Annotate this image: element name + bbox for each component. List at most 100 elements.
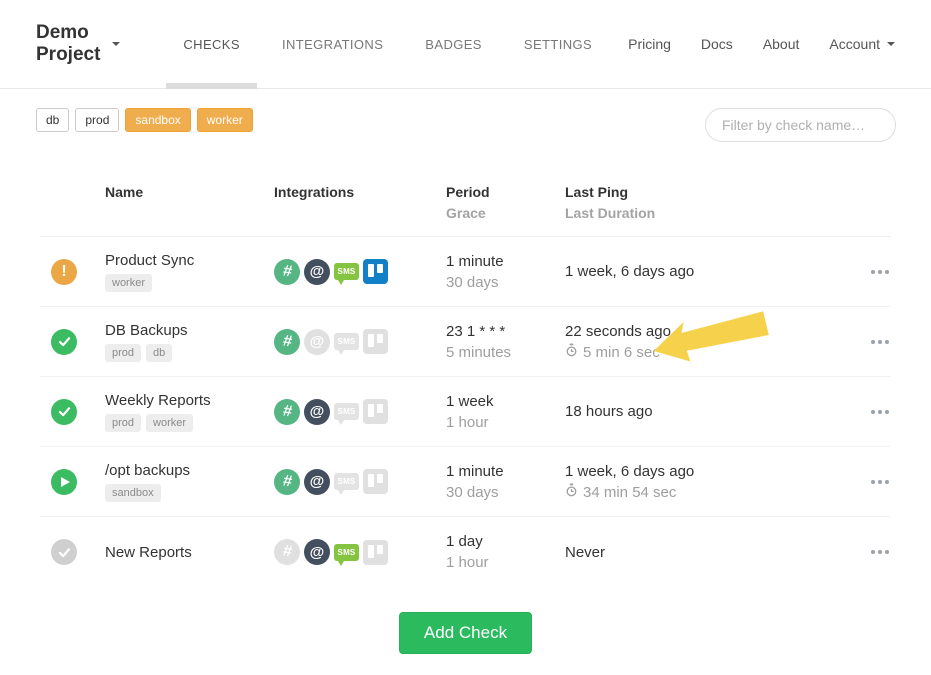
trello-icon xyxy=(363,399,388,424)
account-dropdown[interactable]: Account xyxy=(814,36,895,52)
check-tags: worker xyxy=(105,274,274,292)
slack-icon: # xyxy=(274,539,300,565)
project-name: Demo Project xyxy=(36,22,105,66)
trello-icon xyxy=(363,259,388,284)
last-ping-cell: Never xyxy=(565,542,783,563)
email-icon: @ xyxy=(304,399,330,425)
check-name-link[interactable]: Weekly Reports xyxy=(105,392,274,409)
check-name-filter-input[interactable] xyxy=(705,108,896,142)
grace-value: 30 days xyxy=(446,272,565,293)
tab-settings[interactable]: SETTINGS xyxy=(503,0,613,89)
checks-page: Demo Project CHECKS INTEGRATIONS BADGES … xyxy=(0,0,931,675)
period-cell: 1 minute30 days xyxy=(446,461,565,503)
add-check-button[interactable]: Add Check xyxy=(399,612,532,654)
grace-value: 1 hour xyxy=(446,412,565,433)
tag-filter-prod[interactable]: prod xyxy=(75,108,119,132)
tag-filter-buttons: db prod sandbox worker xyxy=(36,108,253,132)
last-ping-cell: 22 seconds ago5 min 6 sec xyxy=(565,321,783,363)
slack-icon: # xyxy=(274,329,300,355)
grace-value: 30 days xyxy=(446,482,565,503)
period-value: 1 week xyxy=(446,391,565,412)
check-tags: proddb xyxy=(105,344,274,362)
chevron-down-icon xyxy=(112,42,120,46)
col-name: Name xyxy=(105,182,274,203)
check-name-link[interactable]: New Reports xyxy=(105,544,274,561)
period-cell: 23 1 * * *5 minutes xyxy=(446,321,565,363)
last-ping-value: Never xyxy=(565,542,783,563)
integrations-cell: #@SMS xyxy=(274,469,446,495)
col-period-grace: Period Grace xyxy=(446,182,565,224)
check-name-link[interactable]: Product Sync xyxy=(105,252,274,269)
tab-badges[interactable]: BADGES xyxy=(404,0,503,89)
sms-icon: SMS xyxy=(334,473,359,490)
row-menu-button[interactable] xyxy=(869,264,891,280)
last-ping-cell: 18 hours ago xyxy=(565,401,783,422)
grace-value: 5 minutes xyxy=(446,342,565,363)
status-started-icon xyxy=(51,469,77,495)
add-check-area: Add Check xyxy=(0,612,931,654)
trello-icon xyxy=(363,469,388,494)
period-value: 1 minute xyxy=(446,251,565,272)
stopwatch-icon xyxy=(565,482,578,503)
nav-link-pricing[interactable]: Pricing xyxy=(613,36,686,52)
period-value: 1 minute xyxy=(446,461,565,482)
row-menu-button[interactable] xyxy=(869,334,891,350)
check-name-link[interactable]: DB Backups xyxy=(105,322,274,339)
sms-icon: SMS xyxy=(334,403,359,420)
period-value: 1 day xyxy=(446,531,565,552)
email-icon: @ xyxy=(304,469,330,495)
check-tags: prodworker xyxy=(105,414,274,432)
last-ping-cell: 1 week, 6 days ago34 min 54 sec xyxy=(565,461,783,503)
col-lastping-duration: Last Ping Last Duration xyxy=(565,182,783,224)
project-dropdown[interactable]: Demo Project xyxy=(36,22,120,66)
nav-link-about[interactable]: About xyxy=(748,36,815,52)
nav-link-docs[interactable]: Docs xyxy=(686,36,748,52)
status-cell: ! xyxy=(40,259,105,285)
integrations-cell: #@SMS xyxy=(274,259,446,285)
table-row: Weekly Reportsprodworker#@SMS1 week1 hou… xyxy=(40,377,891,447)
sms-icon: SMS xyxy=(334,263,359,280)
email-icon: @ xyxy=(304,259,330,285)
period-cell: 1 day1 hour xyxy=(446,531,565,573)
email-icon: @ xyxy=(304,539,330,565)
tag-filter-sandbox[interactable]: sandbox xyxy=(125,108,190,132)
table-body: !Product Syncworker#@SMS1 minute30 days1… xyxy=(40,237,891,587)
status-new-icon xyxy=(51,539,77,565)
status-cell xyxy=(40,399,105,425)
name-cell: /opt backupssandbox xyxy=(105,462,274,502)
check-tag: worker xyxy=(105,274,152,292)
integrations-cell: #@SMS xyxy=(274,399,446,425)
col-integrations: Integrations xyxy=(274,182,446,203)
row-menu-button[interactable] xyxy=(869,544,891,560)
period-cell: 1 week1 hour xyxy=(446,391,565,433)
table-row: New Reports#@SMS1 day1 hourNever xyxy=(40,517,891,587)
name-cell: Product Sync worker xyxy=(105,252,274,292)
row-menu-button[interactable] xyxy=(869,474,891,490)
integrations-cell: #@SMS xyxy=(274,539,446,565)
status-up-icon xyxy=(51,399,77,425)
check-tag: worker xyxy=(146,414,193,432)
period-value: 23 1 * * * xyxy=(446,321,565,342)
table-row: DB Backupsproddb#@SMS23 1 * * *5 minutes… xyxy=(40,307,891,377)
check-tag: db xyxy=(146,344,172,362)
tab-integrations[interactable]: INTEGRATIONS xyxy=(261,0,404,89)
sms-icon: SMS xyxy=(334,333,359,350)
period-cell: 1 minute30 days xyxy=(446,251,565,293)
tab-checks[interactable]: CHECKS xyxy=(162,0,261,89)
slack-icon: # xyxy=(274,259,300,285)
last-duration-value: 34 min 54 sec xyxy=(565,482,783,503)
last-ping-value: 22 seconds ago xyxy=(565,321,783,342)
name-cell: DB Backups proddb xyxy=(105,322,274,362)
slack-icon: # xyxy=(274,399,300,425)
row-menu-button[interactable] xyxy=(869,404,891,420)
stopwatch-icon xyxy=(565,342,578,363)
status-grace-icon: ! xyxy=(51,259,77,285)
table-header: Name Integrations Period Grace Last Ping… xyxy=(40,168,891,237)
check-name-link[interactable]: /opt backups xyxy=(105,462,274,479)
main-tabs: CHECKS INTEGRATIONS BADGES SETTINGS xyxy=(162,0,613,89)
tag-filter-worker[interactable]: worker xyxy=(197,108,253,132)
tag-filter-db[interactable]: db xyxy=(36,108,69,132)
status-up-icon xyxy=(51,329,77,355)
grace-value: 1 hour xyxy=(446,552,565,573)
sms-icon: SMS xyxy=(334,544,359,561)
